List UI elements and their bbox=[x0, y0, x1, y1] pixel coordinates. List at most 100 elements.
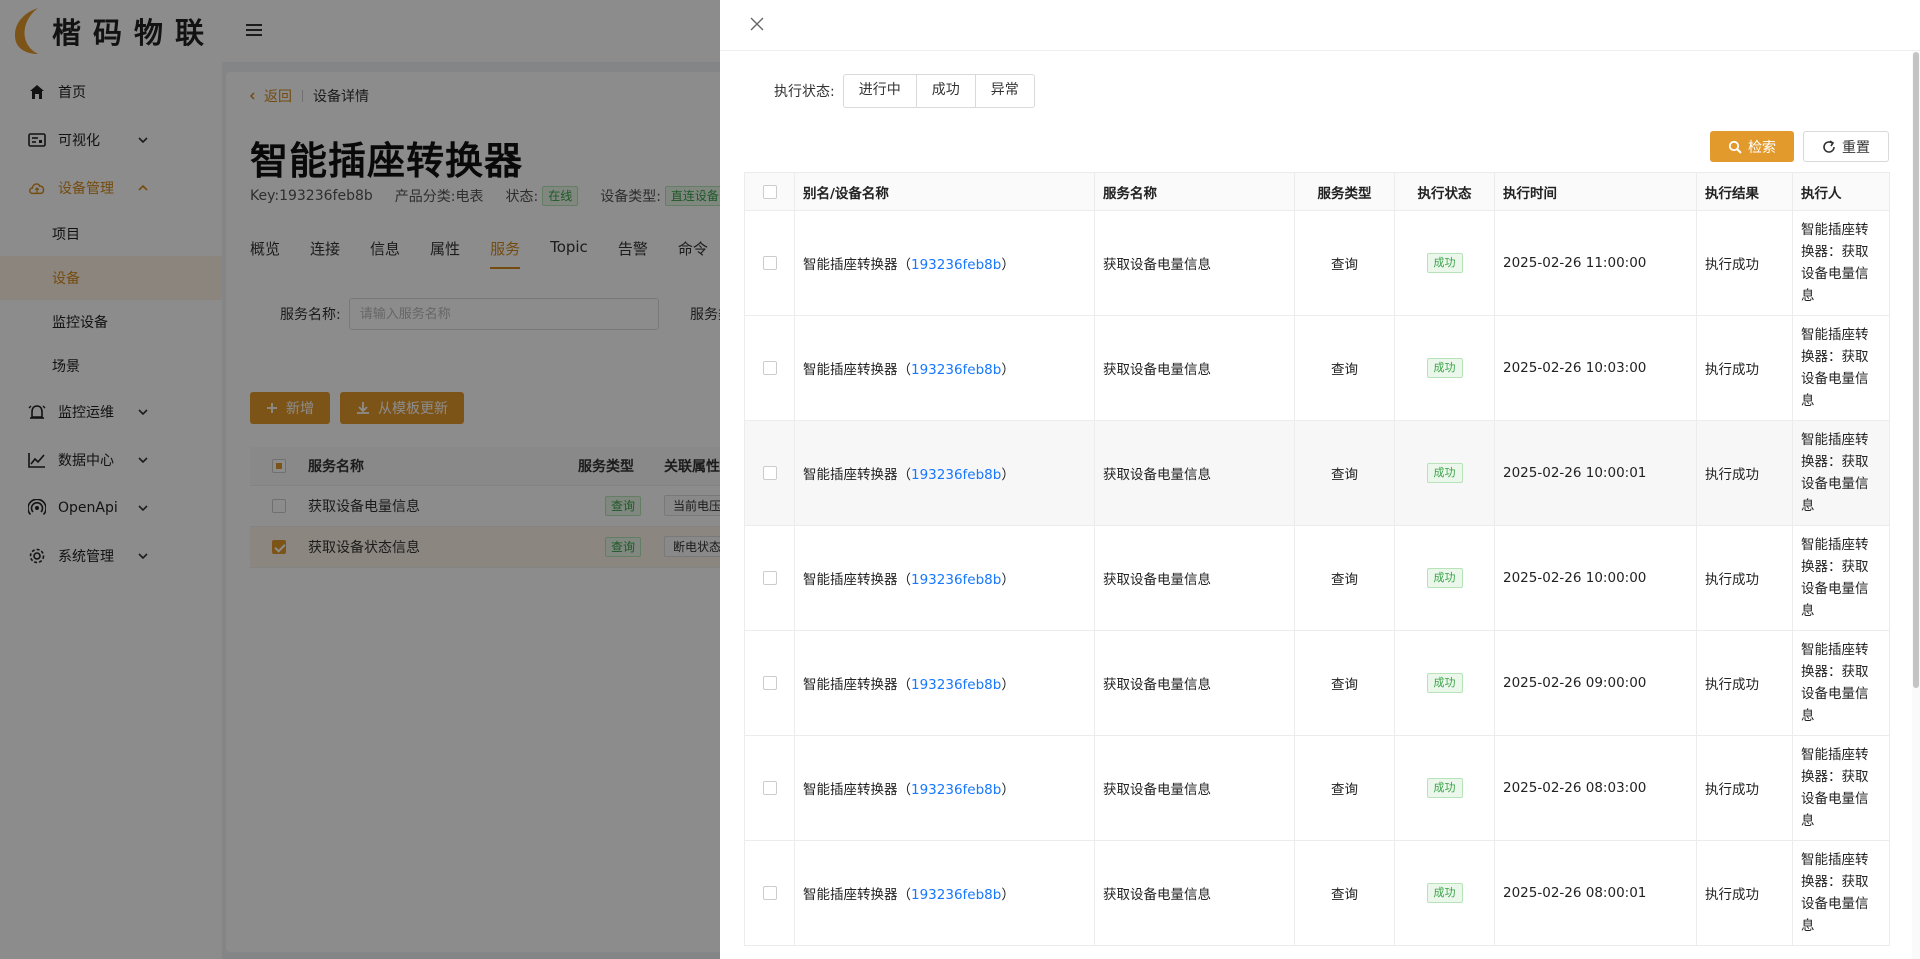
status-filter-label: 执行状态: bbox=[774, 84, 835, 100]
device-alias: 智能插座转换器（ bbox=[803, 782, 911, 798]
paren-close: ） bbox=[1001, 362, 1015, 378]
execution-result-cell: 执行成功 bbox=[1696, 630, 1793, 736]
paren-close: ） bbox=[1001, 677, 1015, 693]
column-header: 服务类型 bbox=[1294, 172, 1395, 211]
paren-close: ） bbox=[1001, 782, 1015, 798]
device-name-cell: 智能插座转换器（193236feb8b） bbox=[794, 525, 1095, 631]
reset-label: 重置 bbox=[1842, 139, 1870, 156]
device-name-cell: 智能插座转换器（193236feb8b） bbox=[794, 315, 1095, 421]
scrollbar-thumb[interactable] bbox=[1913, 52, 1919, 688]
service-name-cell: 获取设备电量信息 bbox=[1094, 525, 1295, 631]
table-header-row: 别名/设备名称 服务名称 服务类型 执行状态 执行时间 执行结果 执行人 bbox=[744, 172, 1890, 211]
column-header: 别名/设备名称 bbox=[794, 172, 1095, 211]
paren-close: ） bbox=[1001, 467, 1015, 483]
device-alias: 智能插座转换器（ bbox=[803, 677, 911, 693]
execution-time-cell: 2025-02-26 08:00:01 bbox=[1494, 840, 1697, 946]
execution-status-filter: 执行状态: 进行中 成功 异常 bbox=[774, 74, 1035, 108]
service-type-cell: 查询 bbox=[1294, 735, 1395, 841]
execution-result-cell: 执行成功 bbox=[1696, 420, 1793, 526]
execution-time-cell: 2025-02-26 10:00:00 bbox=[1494, 525, 1697, 631]
reset-button[interactable]: 重置 bbox=[1803, 131, 1889, 162]
service-type-cell: 查询 bbox=[1294, 525, 1395, 631]
row-checkbox[interactable] bbox=[762, 886, 777, 900]
status-badge: 成功 bbox=[1426, 883, 1463, 903]
search-button[interactable]: 检索 bbox=[1710, 131, 1794, 162]
paren-close: ） bbox=[1001, 257, 1015, 273]
service-name-cell: 获取设备电量信息 bbox=[1094, 420, 1295, 526]
status-option-error[interactable]: 异常 bbox=[976, 75, 1034, 107]
table-row[interactable]: 智能插座转换器（193236feb8b） 获取设备电量信息 查询 成功 2025-02-… bbox=[744, 420, 1890, 526]
row-checkbox[interactable] bbox=[762, 781, 777, 795]
execution-time-cell: 2025-02-26 10:00:01 bbox=[1494, 420, 1697, 526]
device-name-cell: 智能插座转换器（193236feb8b） bbox=[794, 630, 1095, 736]
row-checkbox[interactable] bbox=[762, 361, 777, 375]
device-id-link[interactable]: 193236feb8b bbox=[911, 362, 1001, 378]
status-badge: 成功 bbox=[1426, 253, 1463, 273]
service-type-cell: 查询 bbox=[1294, 210, 1395, 316]
executor-cell: 智能插座转换器：获取设备电量信息 bbox=[1792, 630, 1890, 736]
service-type-cell: 查询 bbox=[1294, 420, 1395, 526]
service-type-cell: 查询 bbox=[1294, 630, 1395, 736]
status-badge: 成功 bbox=[1426, 673, 1463, 693]
row-checkbox[interactable] bbox=[762, 466, 777, 480]
select-all-checkbox[interactable] bbox=[762, 184, 777, 199]
service-name-cell: 获取设备电量信息 bbox=[1094, 315, 1295, 421]
executor-cell: 智能插座转换器：获取设备电量信息 bbox=[1792, 840, 1890, 946]
table-row[interactable]: 智能插座转换器（193236feb8b） 获取设备电量信息 查询 成功 2025-02-… bbox=[744, 525, 1890, 631]
executor-cell: 智能插座转换器：获取设备电量信息 bbox=[1792, 420, 1890, 526]
column-header: 服务名称 bbox=[1094, 172, 1295, 211]
device-alias: 智能插座转换器（ bbox=[803, 887, 911, 903]
service-name-cell: 获取设备电量信息 bbox=[1094, 840, 1295, 946]
execution-log-drawer: 执行状态: 进行中 成功 异常 检索 重置 别名/设备名称 服务名称 服务类型 … bbox=[720, 0, 1920, 959]
executor-cell: 智能插座转换器：获取设备电量信息 bbox=[1792, 315, 1890, 421]
execution-result-cell: 执行成功 bbox=[1696, 840, 1793, 946]
device-alias: 智能插座转换器（ bbox=[803, 572, 911, 588]
execution-time-cell: 2025-02-26 10:03:00 bbox=[1494, 315, 1697, 421]
row-checkbox[interactable] bbox=[762, 571, 777, 585]
device-alias: 智能插座转换器（ bbox=[803, 467, 911, 483]
device-name-cell: 智能插座转换器（193236feb8b） bbox=[794, 210, 1095, 316]
service-name-cell: 获取设备电量信息 bbox=[1094, 210, 1295, 316]
device-id-link[interactable]: 193236feb8b bbox=[911, 572, 1001, 588]
table-row[interactable]: 智能插座转换器（193236feb8b） 获取设备电量信息 查询 成功 2025-02-… bbox=[744, 210, 1890, 316]
executor-cell: 智能插座转换器：获取设备电量信息 bbox=[1792, 735, 1890, 841]
service-name-cell: 获取设备电量信息 bbox=[1094, 735, 1295, 841]
execution-result-cell: 执行成功 bbox=[1696, 735, 1793, 841]
execution-log-table: 别名/设备名称 服务名称 服务类型 执行状态 执行时间 执行结果 执行人 智能插… bbox=[744, 172, 1890, 946]
search-label: 检索 bbox=[1748, 139, 1776, 156]
device-alias: 智能插座转换器（ bbox=[803, 257, 911, 273]
row-checkbox[interactable] bbox=[762, 676, 777, 690]
execution-time-cell: 2025-02-26 11:00:00 bbox=[1494, 210, 1697, 316]
column-header: 执行状态 bbox=[1394, 172, 1495, 211]
device-id-link[interactable]: 193236feb8b bbox=[911, 467, 1001, 483]
drawer-header bbox=[720, 0, 1920, 51]
table-row[interactable]: 智能插座转换器（193236feb8b） 获取设备电量信息 查询 成功 2025-02-… bbox=[744, 315, 1890, 421]
device-id-link[interactable]: 193236feb8b bbox=[911, 677, 1001, 693]
search-icon bbox=[1728, 140, 1742, 154]
refresh-icon bbox=[1823, 139, 1835, 153]
device-id-link[interactable]: 193236feb8b bbox=[911, 782, 1001, 798]
executor-cell: 智能插座转换器：获取设备电量信息 bbox=[1792, 210, 1890, 316]
execution-result-cell: 执行成功 bbox=[1696, 525, 1793, 631]
column-header: 执行人 bbox=[1792, 172, 1890, 211]
status-option-success[interactable]: 成功 bbox=[917, 75, 976, 107]
status-badge: 成功 bbox=[1426, 568, 1463, 588]
status-badge: 成功 bbox=[1426, 463, 1463, 483]
device-name-cell: 智能插座转换器（193236feb8b） bbox=[794, 735, 1095, 841]
executor-cell: 智能插座转换器：获取设备电量信息 bbox=[1792, 525, 1890, 631]
execution-time-cell: 2025-02-26 09:00:00 bbox=[1494, 630, 1697, 736]
row-checkbox[interactable] bbox=[762, 256, 777, 270]
device-id-link[interactable]: 193236feb8b bbox=[911, 887, 1001, 903]
paren-close: ） bbox=[1001, 572, 1015, 588]
paren-close: ） bbox=[1001, 887, 1015, 903]
status-option-in-progress[interactable]: 进行中 bbox=[844, 75, 917, 107]
close-icon[interactable] bbox=[750, 17, 764, 31]
table-row[interactable]: 智能插座转换器（193236feb8b） 获取设备电量信息 查询 成功 2025-02-… bbox=[744, 735, 1890, 841]
execution-time-cell: 2025-02-26 08:03:00 bbox=[1494, 735, 1697, 841]
status-badge: 成功 bbox=[1426, 358, 1463, 378]
device-name-cell: 智能插座转换器（193236feb8b） bbox=[794, 840, 1095, 946]
service-name-cell: 获取设备电量信息 bbox=[1094, 630, 1295, 736]
table-row[interactable]: 智能插座转换器（193236feb8b） 获取设备电量信息 查询 成功 2025-02-… bbox=[744, 630, 1890, 736]
table-row[interactable]: 智能插座转换器（193236feb8b） 获取设备电量信息 查询 成功 2025-02-… bbox=[744, 840, 1890, 946]
device-id-link[interactable]: 193236feb8b bbox=[911, 257, 1001, 273]
